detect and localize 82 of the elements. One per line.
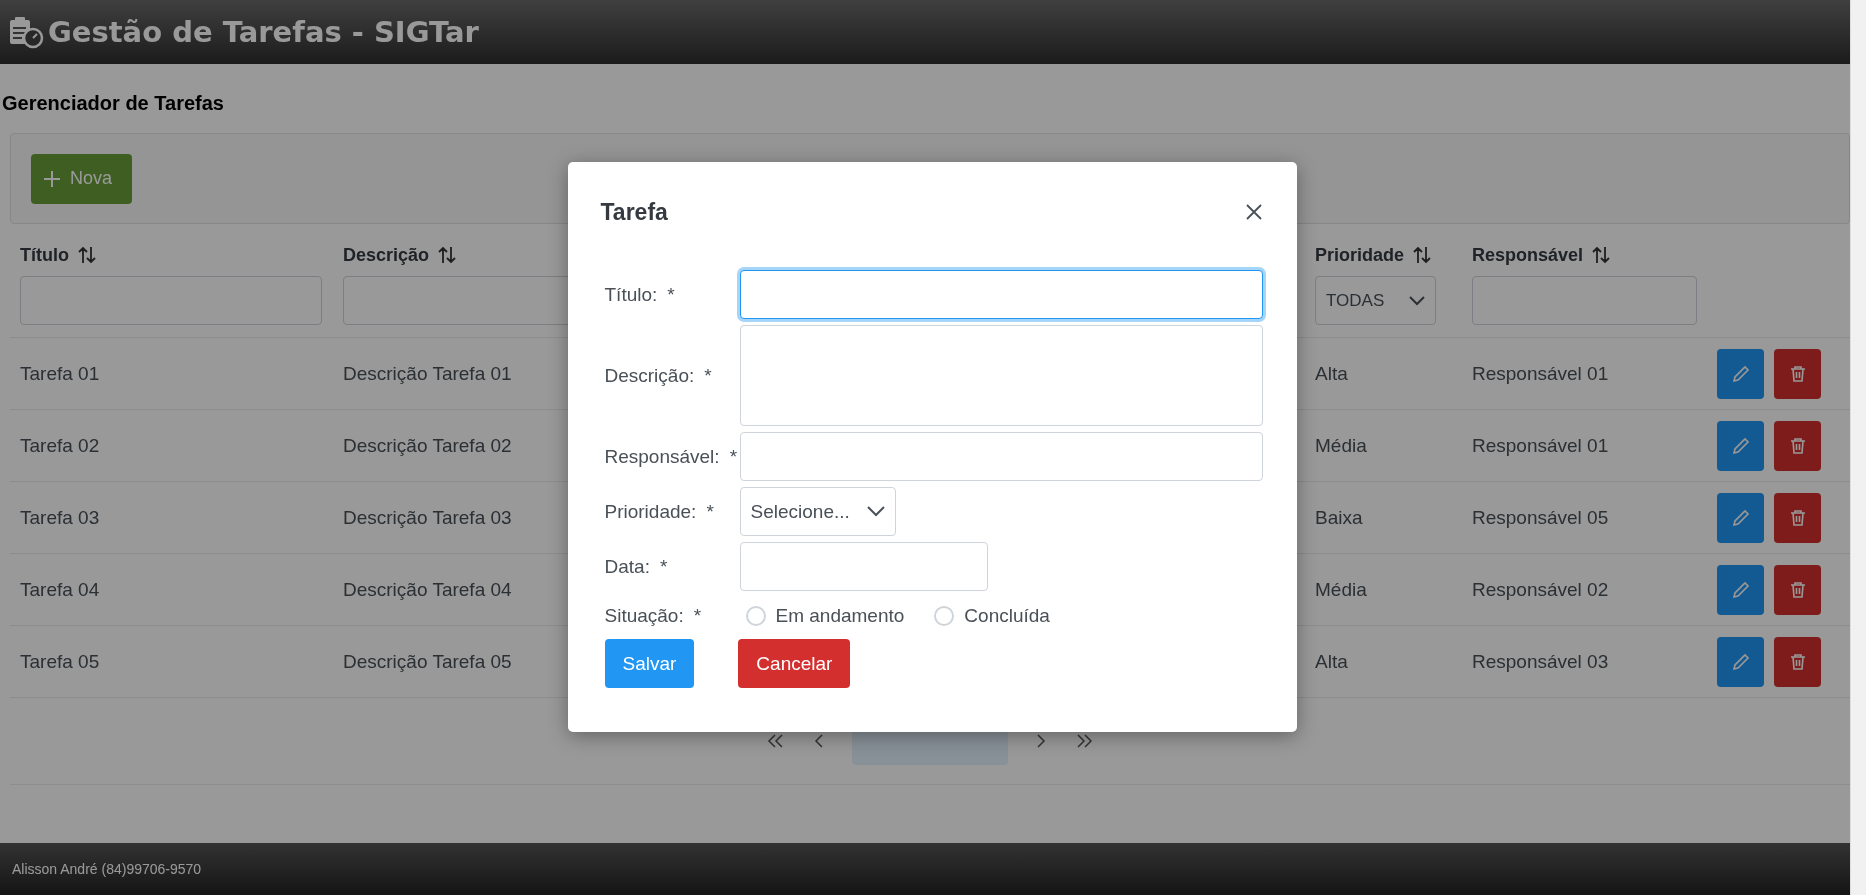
field-label: Título: [604, 283, 658, 306]
column-header[interactable]: Responsável [1472, 244, 1584, 266]
sort-icon[interactable] [1591, 245, 1612, 265]
pencil-icon [1730, 363, 1751, 384]
table-cell: Responsável 01 [1472, 362, 1609, 384]
last-page-icon[interactable] [1074, 733, 1094, 749]
pencil-icon [1730, 651, 1751, 672]
save-button[interactable]: Salvar [604, 639, 695, 688]
edit-button[interactable] [1717, 420, 1764, 471]
text-field[interactable] [739, 270, 1263, 319]
table-cell: Descrição Tarefa 04 [343, 578, 512, 600]
scrollbar[interactable] [1850, 0, 1866, 895]
table-cell: Tarefa 05 [20, 650, 100, 672]
table-cell: Descrição Tarefa 02 [343, 434, 512, 456]
edit-button[interactable] [1717, 564, 1764, 615]
close-icon[interactable] [1244, 203, 1263, 221]
field-label: Responsável: [604, 445, 720, 468]
table-cell: Descrição Tarefa 01 [343, 362, 512, 384]
priority-dropdown[interactable]: Selecione... [739, 487, 896, 536]
field-label: Data: [604, 555, 650, 578]
sort-icon[interactable] [1412, 245, 1433, 265]
table-cell: Média [1315, 578, 1367, 600]
pencil-icon [1730, 507, 1751, 528]
page-title: Gerenciador de Tarefas [2, 91, 225, 116]
sort-icon[interactable] [77, 245, 97, 265]
edit-button[interactable] [1717, 348, 1764, 399]
column-header[interactable]: Título [20, 244, 69, 266]
table-cell: Descrição Tarefa 05 [343, 650, 512, 672]
required-mark: * [729, 445, 738, 468]
table-cell: Tarefa 01 [20, 362, 100, 384]
date-field[interactable] [739, 542, 988, 591]
filter-dropdown[interactable]: TODAS [1315, 276, 1436, 325]
first-page-icon[interactable] [766, 733, 786, 749]
table-cell: Descrição Tarefa 03 [343, 506, 512, 528]
column-header[interactable]: Prioridade [1315, 244, 1405, 266]
radio-button[interactable] [934, 606, 955, 626]
field-label: Prioridade: [604, 500, 697, 523]
dialog-title: Tarefa [600, 198, 668, 226]
pencil-icon [1730, 579, 1751, 600]
table-cell: Responsável 03 [1472, 650, 1609, 672]
table-cell: Responsável 05 [1472, 506, 1609, 528]
required-mark: * [693, 605, 702, 627]
edit-button[interactable] [1717, 636, 1764, 687]
filter-field[interactable] [20, 276, 322, 325]
chevron-down-icon [866, 506, 885, 517]
radio-label[interactable]: Concluída [964, 605, 1050, 627]
next-page-icon[interactable] [1034, 733, 1048, 749]
table-cell: Alta [1315, 362, 1348, 384]
plus-icon [43, 169, 61, 188]
delete-button[interactable] [1774, 564, 1821, 615]
pencil-icon [1730, 435, 1751, 456]
clipboard-clock-icon [8, 15, 44, 49]
required-mark: * [704, 364, 712, 387]
app-title: Gestão de Tarefas - SIGTar [48, 15, 479, 49]
chevron-down-icon [1409, 295, 1425, 306]
footer-text: Alisson André (84)99706-9570 [12, 861, 202, 877]
table-cell: Alta [1315, 650, 1348, 672]
table-cell: Tarefa 02 [20, 434, 100, 456]
required-mark: * [706, 500, 714, 523]
column-header[interactable]: Descrição [343, 244, 430, 266]
delete-button[interactable] [1774, 420, 1821, 471]
filter-field[interactable] [1472, 276, 1697, 325]
delete-button[interactable] [1774, 492, 1821, 543]
delete-button[interactable] [1774, 348, 1821, 399]
sort-icon[interactable] [437, 245, 458, 265]
field-label: Descrição: [604, 364, 695, 387]
table-cell: Baixa [1315, 506, 1363, 528]
previous-page-icon[interactable] [812, 733, 826, 749]
text-field[interactable] [739, 432, 1263, 481]
table-cell: Tarefa 03 [20, 506, 100, 528]
radio-label[interactable]: Em andamento [775, 605, 905, 627]
required-mark: * [659, 555, 668, 578]
delete-button[interactable] [1774, 636, 1821, 687]
radio-button[interactable] [745, 606, 766, 626]
required-mark: * [667, 283, 675, 306]
table-cell: Tarefa 04 [20, 578, 100, 600]
edit-button[interactable] [1717, 492, 1764, 543]
table-cell: Responsável 01 [1472, 434, 1609, 456]
table-cell: Responsável 02 [1472, 578, 1609, 600]
table-cell: Média [1315, 434, 1367, 456]
field-label: Situação: [604, 605, 684, 627]
cancel-button[interactable]: Cancelar [738, 639, 851, 688]
